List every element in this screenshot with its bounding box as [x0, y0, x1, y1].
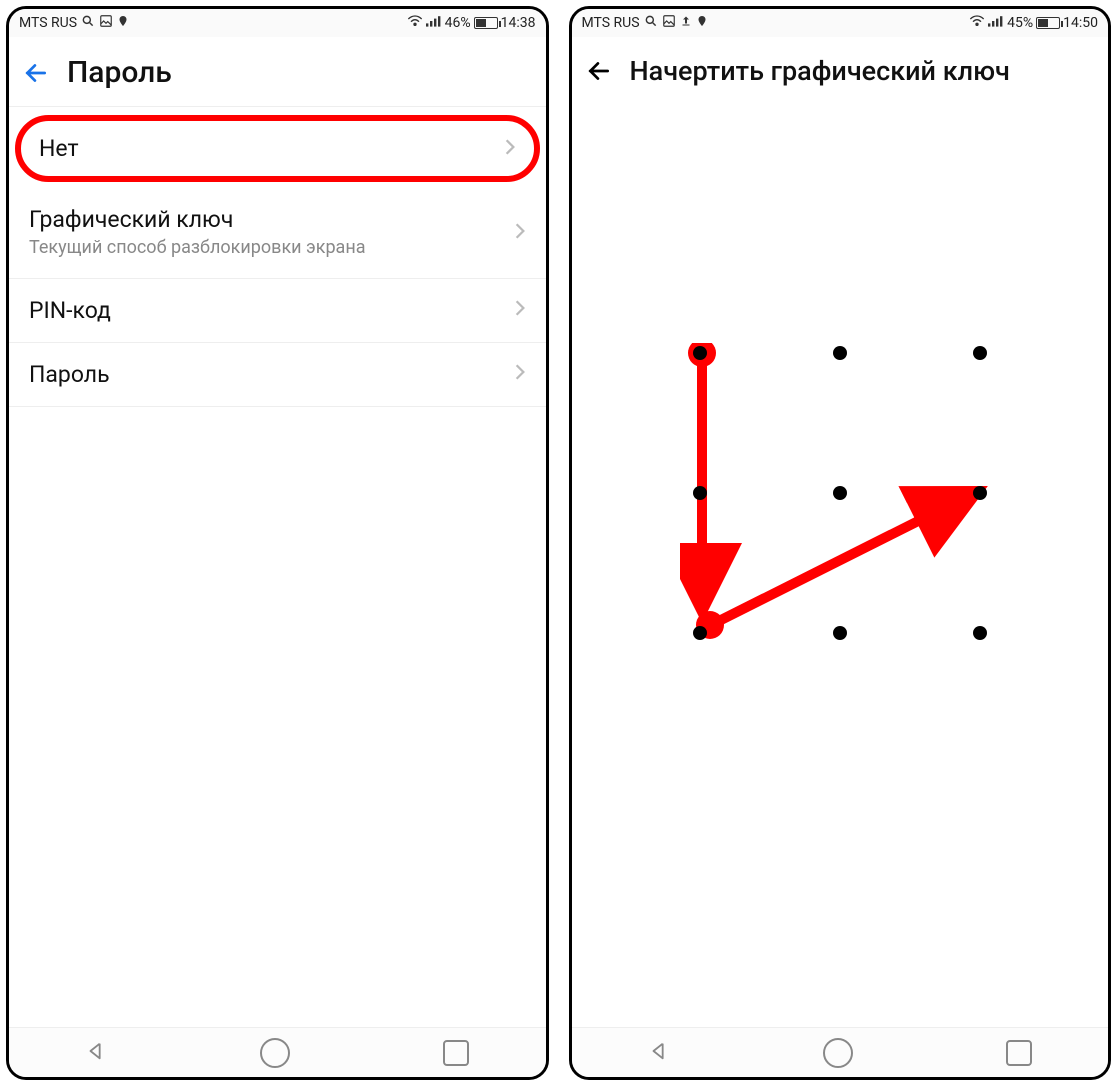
pattern-dot[interactable] [833, 486, 847, 500]
battery-pct-label: 46% [445, 15, 471, 31]
time-label: 14:38 [501, 15, 536, 31]
option-pattern[interactable]: Графический ключ Текущий способ разблоки… [9, 188, 546, 279]
nav-home-button[interactable] [260, 1038, 290, 1068]
page-title: Начертить графический ключ [630, 55, 1010, 87]
pattern-dot[interactable] [833, 346, 847, 360]
nav-back-button[interactable] [648, 1040, 670, 1066]
nav-recent-button[interactable] [443, 1040, 469, 1066]
chevron-right-icon [504, 137, 516, 161]
image-icon [662, 14, 676, 32]
pattern-dot[interactable] [973, 346, 987, 360]
app-header: Пароль [9, 37, 546, 107]
signal-icon [988, 15, 1004, 31]
nav-bar [9, 1027, 546, 1077]
battery-icon [1036, 17, 1060, 29]
status-right: 45% 14:50 [969, 15, 1098, 31]
location-icon [696, 14, 708, 32]
location-icon [117, 14, 129, 32]
status-left: MTS RUS [582, 14, 708, 32]
signal-icon [426, 15, 442, 31]
carrier-label: MTS RUS [19, 15, 77, 31]
phone-right: MTS RUS 45% 14:50 [569, 6, 1112, 1080]
status-left: MTS RUS [19, 14, 129, 32]
chevron-right-icon [514, 362, 526, 386]
page-title: Пароль [67, 55, 172, 90]
nav-back-button[interactable] [85, 1040, 107, 1066]
pattern-dot[interactable] [693, 486, 707, 500]
wifi-icon [407, 15, 423, 31]
pattern-dot[interactable] [973, 626, 987, 640]
settings-list: Нет Графический ключ Текущий способ разб… [9, 107, 546, 1027]
carrier-label: MTS RUS [582, 15, 640, 31]
status-bar: MTS RUS 46% 14:38 [9, 9, 546, 37]
pattern-overlay [680, 343, 1000, 663]
upload-icon [680, 14, 692, 32]
option-title: Графический ключ [29, 206, 366, 233]
nav-recent-button[interactable] [1006, 1040, 1032, 1066]
phone-left: MTS RUS 46% 14:38 Парол [6, 6, 549, 1080]
image-icon [99, 14, 113, 32]
app-header: Начертить графический ключ [572, 37, 1109, 103]
wifi-icon [969, 15, 985, 31]
back-button[interactable] [23, 60, 49, 86]
battery-pct-label: 45% [1007, 15, 1033, 31]
option-password[interactable]: Пароль [9, 343, 546, 407]
option-title: PIN-код [29, 297, 111, 324]
chevron-right-icon [514, 221, 526, 245]
time-label: 14:50 [1063, 15, 1098, 31]
pattern-grid[interactable] [680, 343, 1000, 663]
status-right: 46% 14:38 [407, 15, 536, 31]
option-title: Нет [39, 135, 79, 162]
option-sub: Текущий способ разблокировки экрана [29, 237, 366, 260]
option-pin[interactable]: PIN-код [9, 279, 546, 343]
pattern-dot[interactable] [693, 626, 707, 640]
nav-bar [572, 1027, 1109, 1077]
pattern-dot[interactable] [693, 346, 707, 360]
pattern-area[interactable] [572, 103, 1109, 1027]
pattern-dot[interactable] [973, 486, 987, 500]
chevron-right-icon [514, 298, 526, 322]
search-icon [81, 14, 95, 32]
status-bar: MTS RUS 45% 14:50 [572, 9, 1109, 37]
pattern-dot[interactable] [833, 626, 847, 640]
option-title: Пароль [29, 361, 110, 388]
battery-icon [474, 17, 498, 29]
option-none[interactable]: Нет [15, 115, 540, 182]
back-button[interactable] [586, 58, 612, 84]
search-icon [644, 14, 658, 32]
nav-home-button[interactable] [823, 1038, 853, 1068]
